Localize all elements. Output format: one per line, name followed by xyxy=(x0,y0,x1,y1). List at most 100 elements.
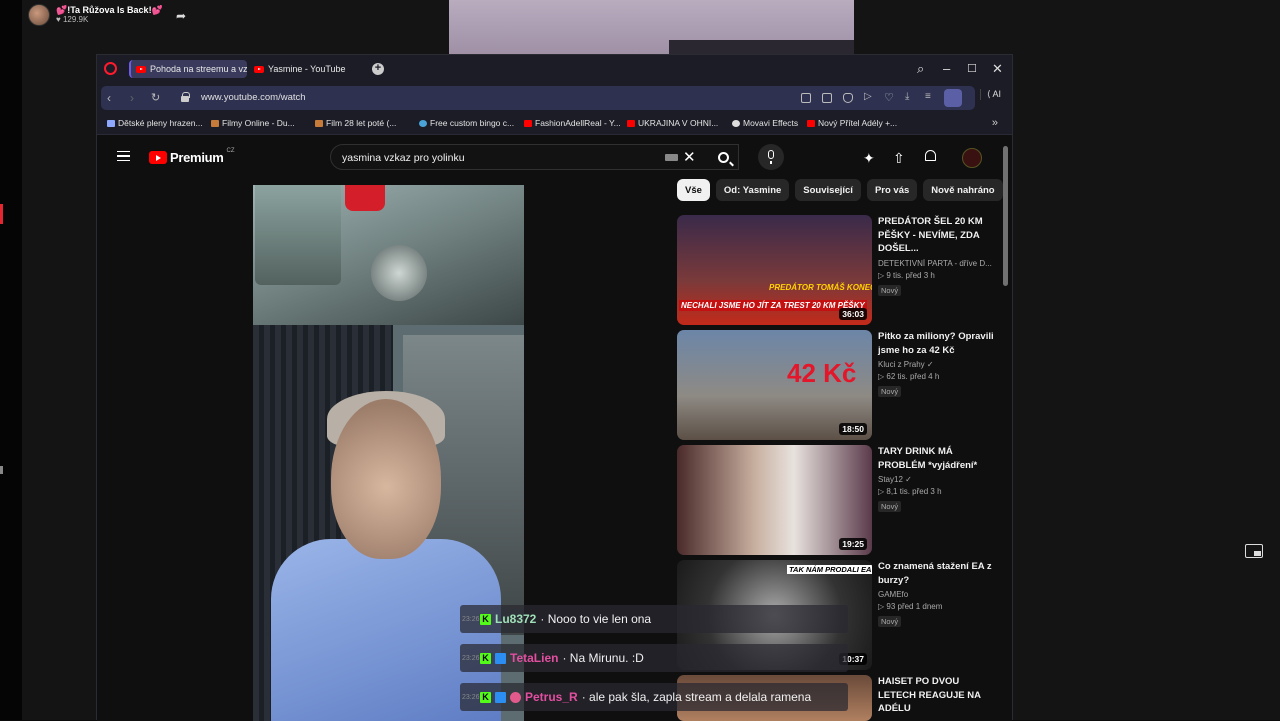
address-bar[interactable]: ‹ › ↻ www.youtube.com/watch ▷ ♡ ⤓ ≡ xyxy=(101,86,975,110)
menu-icon[interactable]: ≡ xyxy=(925,91,931,102)
chat-timestamp: 23:26 xyxy=(462,654,480,662)
share-icon[interactable]: ➦ xyxy=(176,9,186,23)
chip-for-you[interactable]: Pro vás xyxy=(866,179,918,201)
viewer-count: ♥ 129.9K xyxy=(56,15,89,24)
shield-icon[interactable] xyxy=(843,93,853,103)
chat-username[interactable]: Lu8372 xyxy=(495,612,536,626)
video-stats: ▷ 62 tis. před 4 h xyxy=(878,372,940,381)
create-icon[interactable]: ✦ xyxy=(863,150,875,167)
video-player[interactable] xyxy=(253,185,524,721)
chat-username[interactable]: TetaLien xyxy=(510,651,558,665)
bookmark-label: Dětské pleny hrazen... xyxy=(118,118,203,128)
subscriber-badge-icon xyxy=(495,652,506,664)
youtube-favicon-icon xyxy=(136,65,146,73)
chat-message: 23:26 K Lu8372 · Nooo to vie len ona xyxy=(460,605,848,633)
youtube-logo-icon xyxy=(149,151,167,164)
bookmark-item[interactable]: Dětské pleny hrazen... xyxy=(107,118,203,128)
hamburger-menu-icon[interactable] xyxy=(117,151,130,161)
recommended-video[interactable]: 42 Kč 18:50 Pitko za miliony? Opravili j… xyxy=(677,330,997,440)
bookmark-item[interactable]: Film 28 let poté (... xyxy=(315,118,396,128)
bookmark-label: Movavi Effects xyxy=(743,118,799,128)
lock-icon xyxy=(181,92,190,102)
video-title[interactable]: Pitko za miliony? Opravili jsme ho za 42… xyxy=(878,330,996,357)
chip-from-channel[interactable]: Od: Yasmine xyxy=(715,179,790,201)
streamer-info[interactable]: 💕!Ta Růžova Is Back!💕 ♥ 129.9K xyxy=(28,4,163,26)
upload-icon[interactable]: ⇧ xyxy=(893,150,905,167)
chat-username[interactable]: Petrus_R xyxy=(525,690,578,704)
region-code: CZ xyxy=(226,147,235,154)
video-title[interactable]: TARY DRINK MÁ PROBLÉM *vyjádření* xyxy=(878,445,996,472)
recommended-video[interactable]: 19:25 TARY DRINK MÁ PROBLÉM *vyjádření* … xyxy=(677,445,997,555)
video-title[interactable]: HAISET PO DVOU LETECH REAGUJE NA ADÉLU xyxy=(878,675,996,716)
notifications-bell-icon[interactable] xyxy=(925,150,936,161)
streamer-avatar[interactable] xyxy=(28,4,50,26)
tab-bar: Pohoda na streemu a vzk Yasmine - YouTub… xyxy=(97,55,1012,83)
more-bookmarks-icon[interactable]: » xyxy=(992,117,998,129)
download-icon[interactable]: ⤓ xyxy=(905,91,909,102)
bookmark-label: Film 28 let poté (... xyxy=(326,118,397,128)
clear-search-icon[interactable]: ✕ xyxy=(683,148,696,166)
search-input[interactable]: yasmina vzkaz pro yolinku ✕ xyxy=(330,144,739,170)
left-sidebar-strip xyxy=(0,0,22,720)
live-indicator xyxy=(0,204,3,224)
bookmark-item[interactable]: UKRAJINA V OHNI... xyxy=(627,118,718,128)
youtube-logo[interactable]: Premium CZ xyxy=(149,147,235,165)
bookmark-item[interactable]: Filmy Online - Du... xyxy=(211,118,295,128)
voice-search-button[interactable] xyxy=(758,144,784,170)
youtube-favicon-icon xyxy=(524,119,532,127)
video-duration: 18:50 xyxy=(839,423,867,435)
maximize-button[interactable]: ☐ xyxy=(967,62,977,75)
url-text[interactable]: www.youtube.com/watch xyxy=(201,92,306,103)
video-thumbnail[interactable]: 42 Kč 18:50 xyxy=(677,330,872,440)
video-stats-value: 93 před 1 dnem xyxy=(886,602,943,611)
close-button[interactable]: ✕ xyxy=(992,61,1003,77)
reload-icon[interactable]: ↻ xyxy=(151,91,160,104)
bookmark-label: Filmy Online - Du... xyxy=(222,118,295,128)
chip-related[interactable]: Související xyxy=(795,179,861,201)
recommended-video[interactable]: PREDÁTOR TOMÁŠ KONEČNÝ NECHALI JSME HO J… xyxy=(677,215,997,325)
chip-all[interactable]: Vše xyxy=(677,179,710,201)
keyboard-icon[interactable] xyxy=(665,154,678,161)
video-duration: 19:25 xyxy=(839,538,867,550)
search-tabs-icon[interactable]: ⌕ xyxy=(917,61,924,77)
forward-icon[interactable]: › xyxy=(130,91,134,105)
video-title[interactable]: Co znamená stažení EA z burzy? xyxy=(878,560,996,587)
ai-button[interactable]: ⟨ AI xyxy=(980,89,1001,100)
youtube-favicon-icon xyxy=(627,119,635,127)
channel-name[interactable]: Stay12 ✓ xyxy=(878,475,996,484)
stream-video-top xyxy=(449,0,854,54)
minimize-button[interactable]: – xyxy=(943,61,950,76)
channel-name[interactable]: DETEKTIVNÍ PARTA - dříve D... xyxy=(878,259,996,268)
bookmark-label: UKRAJINA V OHNI... xyxy=(638,118,719,128)
channel-name[interactable]: Kluci z Prahy ✓ xyxy=(878,360,996,369)
play-icon[interactable]: ▷ xyxy=(864,91,872,102)
profile-icon[interactable] xyxy=(944,89,962,107)
new-badge: Nový xyxy=(878,501,902,512)
new-tab-button[interactable]: + xyxy=(372,63,384,75)
chat-message-text: Na Mirunu. :D xyxy=(569,651,644,665)
picture-in-picture-icon[interactable] xyxy=(1245,544,1263,558)
scrollbar[interactable] xyxy=(1003,146,1008,286)
opera-logo-icon[interactable] xyxy=(104,62,117,75)
video-thumbnail[interactable]: 19:25 xyxy=(677,445,872,555)
channel-name[interactable]: GAMEfo xyxy=(878,590,996,599)
channel-name-text: Stay12 xyxy=(878,475,903,484)
video-title[interactable]: PREDÁTOR ŠEL 20 KM PĚŠKY - NEVÍME, ZDA D… xyxy=(878,215,996,256)
video-thumbnail[interactable]: PREDÁTOR TOMÁŠ KONEČNÝ NECHALI JSME HO J… xyxy=(677,215,872,325)
filter-chips: Vše Od: Yasmine Související Pro vás Nově… xyxy=(677,179,1003,201)
bookmark-item[interactable]: Free custom bingo c... xyxy=(419,118,514,128)
chip-recent[interactable]: Nově nahráno xyxy=(923,179,1003,201)
youtube-logo-text: Premium xyxy=(170,150,224,165)
search-button[interactable] xyxy=(704,144,742,170)
heart-icon[interactable]: ♡ xyxy=(884,91,894,104)
bookmark-label: FashionAdellReal - Y... xyxy=(535,118,621,128)
bookmark-item[interactable]: Nový Přítel Adély +... xyxy=(807,118,897,128)
account-avatar[interactable] xyxy=(962,148,982,168)
camera-icon[interactable] xyxy=(822,93,832,103)
tab-yasmine[interactable]: Yasmine - YouTube xyxy=(249,60,359,78)
back-icon[interactable]: ‹ xyxy=(107,91,111,105)
edit-icon[interactable] xyxy=(801,93,811,103)
bookmark-item[interactable]: Movavi Effects xyxy=(732,118,798,128)
bookmark-item[interactable]: FashionAdellReal - Y... xyxy=(524,118,621,128)
tab-stream[interactable]: Pohoda na streemu a vzk xyxy=(129,60,247,78)
